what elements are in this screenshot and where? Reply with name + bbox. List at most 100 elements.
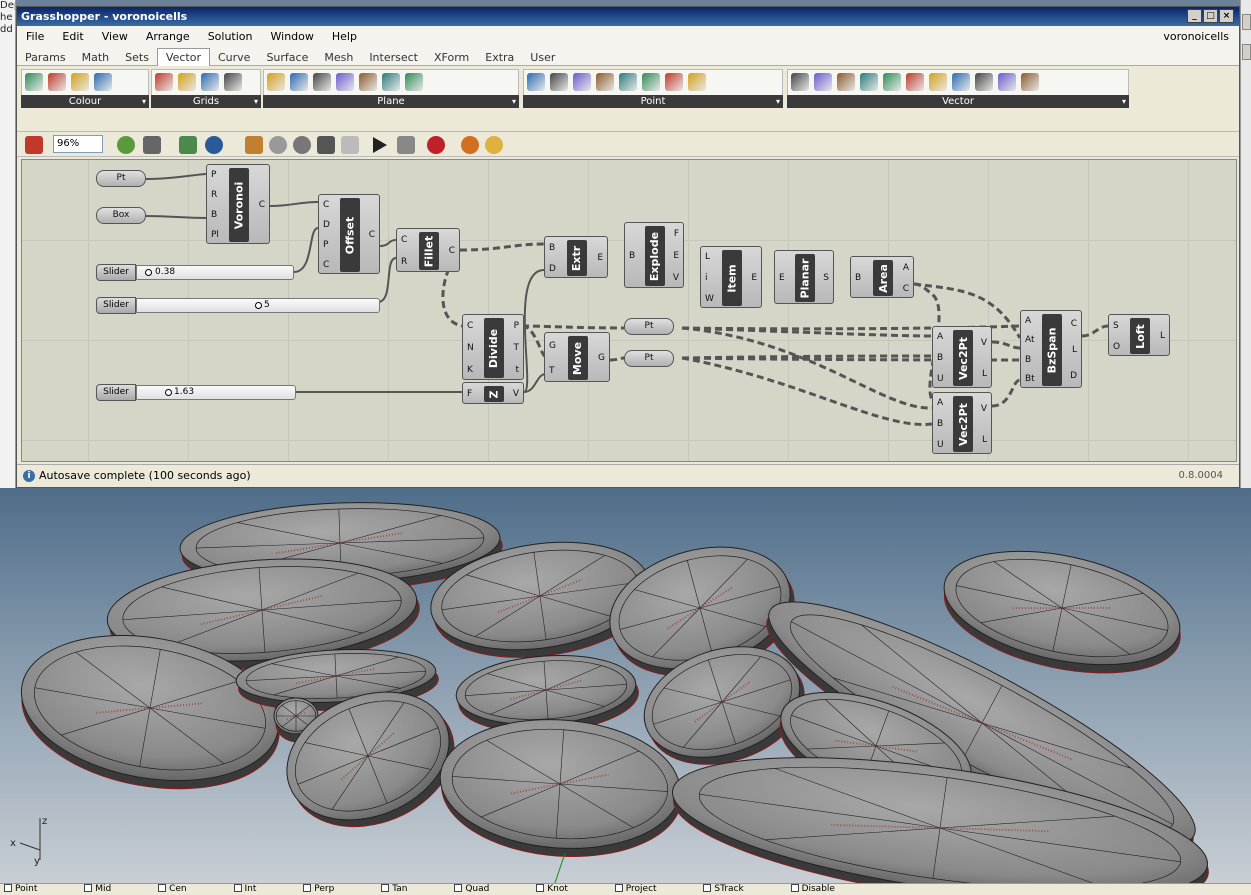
output-port[interactable]: P (514, 321, 519, 331)
input-port[interactable]: W (705, 294, 714, 304)
component-loft[interactable]: Loft S O L (1108, 314, 1170, 356)
point-pull-icon[interactable] (642, 73, 660, 91)
input-port[interactable]: i (705, 273, 708, 283)
preview-icon[interactable] (317, 136, 335, 154)
vector-angle-icon[interactable] (975, 73, 993, 91)
tab-surface[interactable]: Surface (258, 49, 316, 67)
output-port[interactable]: S (823, 273, 829, 283)
vector-decompose-icon[interactable] (814, 73, 832, 91)
radial-grid-icon[interactable] (224, 73, 242, 91)
square-grid-icon[interactable] (155, 73, 173, 91)
vector-xyz-icon[interactable] (791, 73, 809, 91)
edge-button[interactable] (1242, 44, 1251, 60)
component-area[interactable]: Area B A C (850, 256, 914, 298)
colour-mix-icon[interactable] (71, 73, 89, 91)
tab-intersect[interactable]: Intersect (361, 49, 426, 67)
colour-sphere-icon[interactable] (48, 73, 66, 91)
decompose-point-icon[interactable] (527, 73, 545, 91)
bulb-icon[interactable] (485, 136, 503, 154)
minimize-button[interactable]: _ (1187, 9, 1202, 23)
output-port[interactable]: t (515, 365, 519, 375)
osnap-knot[interactable]: Knot (532, 884, 588, 894)
box-param[interactable]: Box (96, 207, 146, 224)
input-port[interactable]: C (323, 260, 329, 270)
slider-knob[interactable] (255, 302, 262, 309)
tab-math[interactable]: Math (74, 49, 118, 67)
input-port[interactable]: C (467, 321, 473, 331)
title-bar[interactable]: Grasshopper - voronoicells _ □ × (17, 7, 1239, 26)
output-port[interactable]: V (513, 389, 519, 399)
slider-knob[interactable] (145, 269, 152, 276)
bake-icon[interactable] (269, 136, 287, 154)
input-port[interactable]: B (1025, 355, 1031, 365)
input-port[interactable]: F (467, 389, 472, 399)
hex-grid-icon[interactable] (178, 73, 196, 91)
output-port[interactable]: T (514, 343, 520, 353)
input-port[interactable]: C (323, 200, 329, 210)
tab-vector[interactable]: Vector (156, 48, 210, 67)
osnap-int[interactable]: Int (230, 884, 277, 894)
sphere-preview-icon[interactable] (461, 136, 479, 154)
output-port[interactable]: V (981, 404, 987, 414)
component-bzspan[interactable]: BzSpan A At B Bt C L D (1020, 310, 1082, 388)
input-port[interactable]: A (1025, 316, 1031, 326)
vector-length-icon[interactable] (998, 73, 1016, 91)
osnap-tan[interactable]: Tan (377, 884, 427, 894)
map-icon[interactable] (179, 136, 197, 154)
input-port[interactable]: D (323, 220, 330, 230)
brush-icon[interactable] (25, 136, 43, 154)
output-port[interactable]: C (369, 230, 375, 240)
point-sort-icon[interactable] (665, 73, 683, 91)
maximize-button[interactable]: □ (1203, 9, 1218, 23)
expand-arrow-icon[interactable]: ▾ (142, 95, 146, 108)
component-vec2pt1[interactable]: Vec2Pt A B U V L (932, 326, 992, 388)
number-slider[interactable]: Slider 1.63 (96, 384, 296, 401)
input-port[interactable]: S (1113, 321, 1119, 331)
osnap-point[interactable]: Point (0, 884, 57, 894)
input-port[interactable]: B (211, 210, 217, 220)
close-button[interactable]: × (1219, 9, 1234, 23)
lock-icon[interactable] (397, 136, 415, 154)
eye-icon[interactable] (205, 136, 223, 154)
input-port[interactable]: P (211, 170, 216, 180)
menu-edit[interactable]: Edit (53, 26, 92, 48)
plane-origin-icon[interactable] (336, 73, 354, 91)
point-project-icon[interactable] (596, 73, 614, 91)
osnap-cen[interactable]: Cen (154, 884, 207, 894)
record-icon[interactable] (427, 136, 445, 154)
unit-z-icon[interactable] (906, 73, 924, 91)
vector-reverse-icon[interactable] (952, 73, 970, 91)
output-port[interactable]: E (597, 253, 603, 263)
slider-track[interactable]: 5 (136, 298, 380, 313)
expand-arrow-icon[interactable]: ▾ (1122, 95, 1126, 108)
menu-solution[interactable]: Solution (199, 26, 262, 48)
tab-user[interactable]: User (522, 49, 563, 67)
input-port[interactable]: R (401, 257, 407, 267)
input-port[interactable]: U (937, 374, 944, 384)
zoom-icon[interactable] (117, 136, 135, 154)
output-port[interactable]: E (751, 273, 757, 283)
output-port[interactable]: L (1160, 331, 1165, 341)
point-param[interactable]: Pt (624, 318, 674, 335)
output-port[interactable]: V (673, 273, 679, 283)
tab-extra[interactable]: Extra (477, 49, 522, 67)
output-port[interactable]: L (1072, 345, 1077, 355)
osnap-disable[interactable]: Disable (787, 884, 855, 894)
component-explode[interactable]: Explode B F E V (624, 222, 684, 288)
input-port[interactable]: Bt (1025, 374, 1035, 384)
wire-icon[interactable] (341, 136, 359, 154)
input-port[interactable]: B (937, 353, 943, 363)
input-port[interactable]: C (401, 235, 407, 245)
output-port[interactable]: C (259, 200, 265, 210)
rhino-viewport[interactable]: z x y (0, 488, 1251, 883)
vector-2pt-icon[interactable] (837, 73, 855, 91)
solve-icon[interactable] (373, 137, 387, 153)
input-port[interactable]: N (467, 343, 474, 353)
plane-offset-icon[interactable] (359, 73, 377, 91)
input-port[interactable]: B (937, 419, 943, 429)
component-planar[interactable]: Planar E S (774, 250, 834, 304)
compose-point-icon[interactable] (550, 73, 568, 91)
shade-icon[interactable] (293, 136, 311, 154)
menu-file[interactable]: File (17, 26, 53, 48)
output-port[interactable]: D (1070, 371, 1077, 381)
